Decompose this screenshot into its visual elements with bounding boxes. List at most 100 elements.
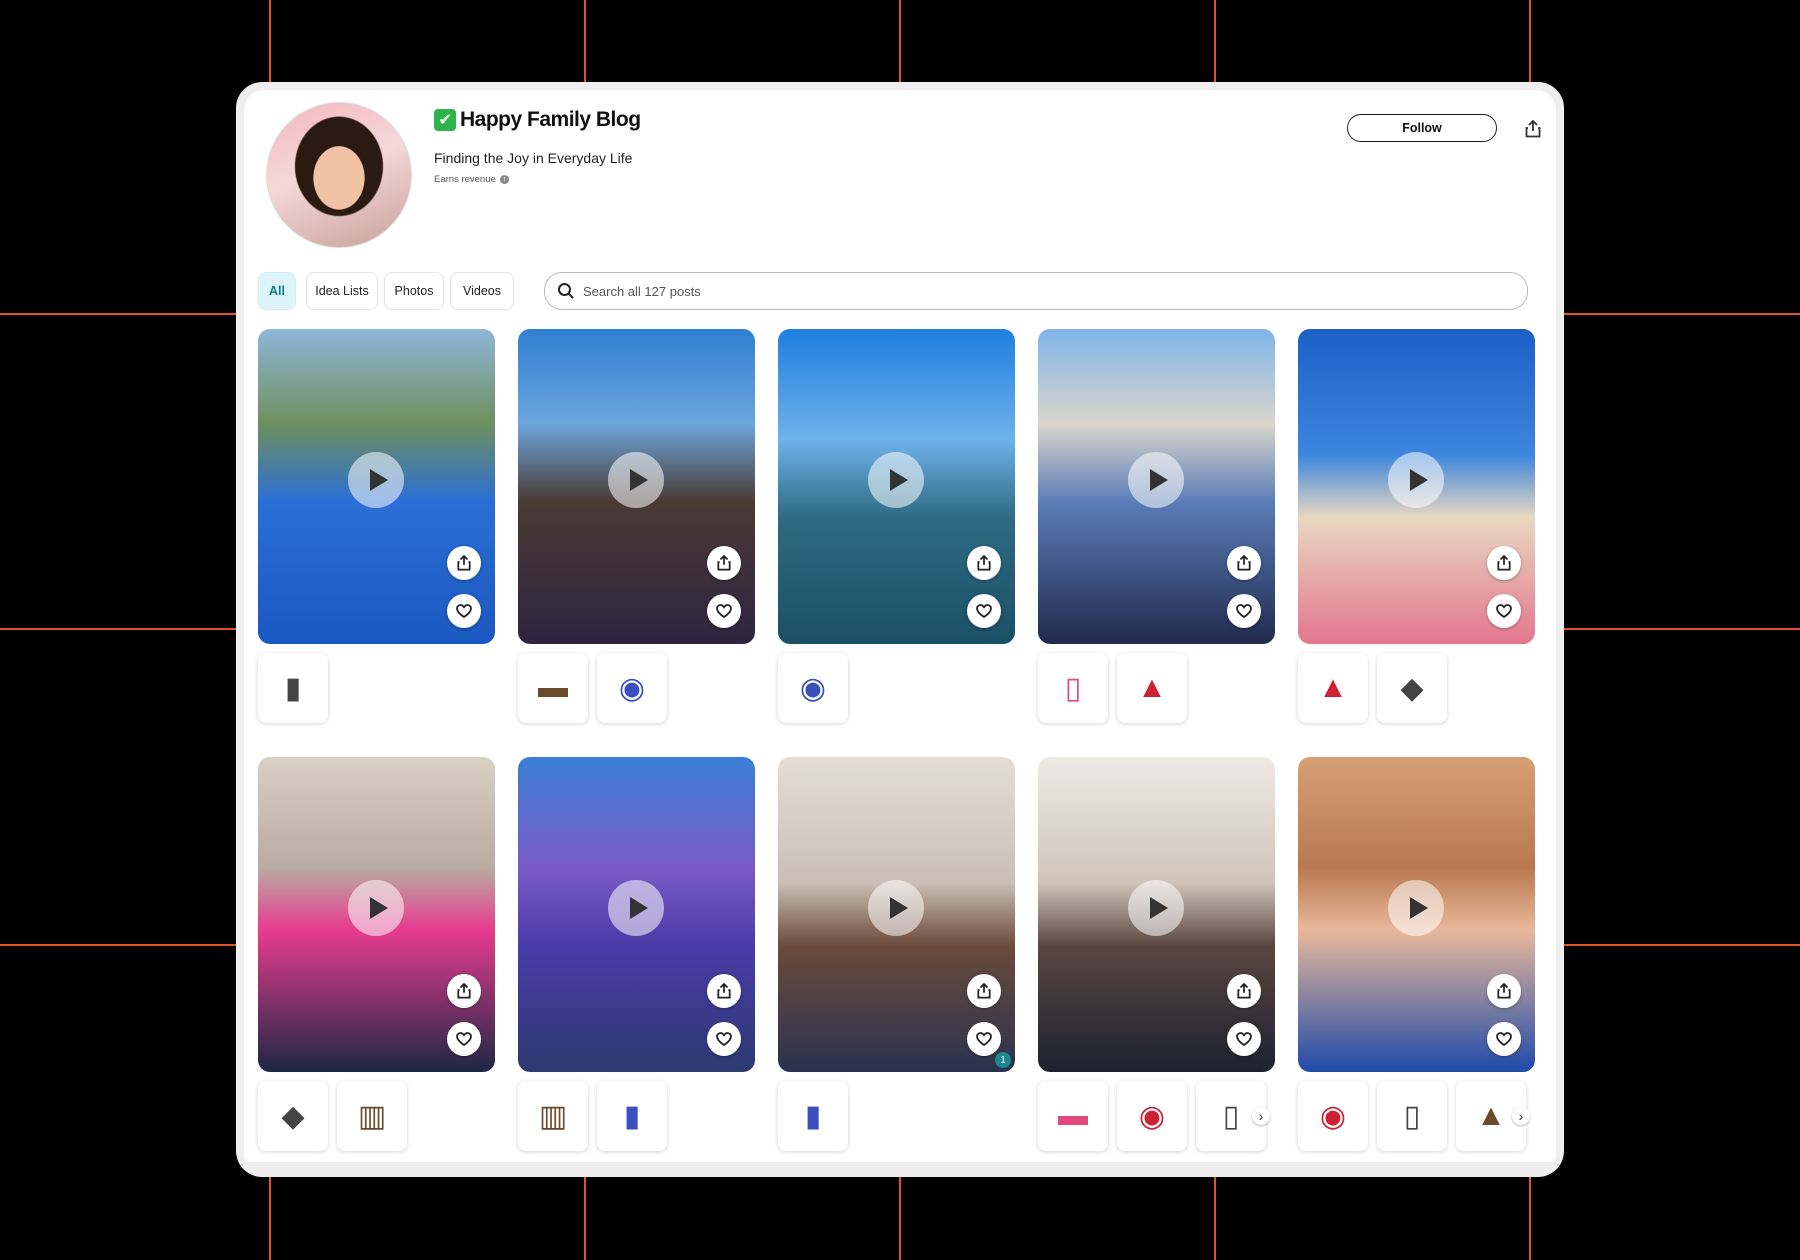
share-icon (1237, 983, 1251, 999)
share-post-button[interactable] (1227, 974, 1261, 1008)
share-post-button[interactable] (967, 974, 1001, 1008)
share-icon (1497, 555, 1511, 571)
info-icon[interactable]: i (499, 175, 509, 184)
post-video[interactable] (1038, 757, 1275, 1072)
play-icon (1409, 469, 1428, 491)
product-count-badge: 1 (995, 1052, 1011, 1068)
share-icon (1525, 120, 1541, 138)
like-button[interactable] (1227, 594, 1261, 628)
heart-icon (716, 1032, 732, 1046)
tab-photos[interactable]: Photos (384, 272, 444, 310)
product-thumbnail[interactable]: ◉ (778, 653, 848, 723)
product-image: ▲ (1476, 1099, 1506, 1132)
share-post-button[interactable] (967, 546, 1001, 580)
like-button[interactable] (707, 1022, 741, 1056)
product-thumbnail[interactable]: ▮ (597, 1081, 667, 1151)
play-button[interactable] (1388, 452, 1444, 508)
product-image: ◆ (1400, 671, 1424, 705)
share-post-button[interactable] (1487, 546, 1521, 580)
post-video[interactable] (258, 757, 495, 1072)
like-button[interactable] (1487, 594, 1521, 628)
like-button[interactable] (447, 594, 481, 628)
post-video[interactable] (1298, 757, 1535, 1072)
profile-title: ✔ Happy Family Blog (434, 108, 641, 132)
play-button[interactable] (608, 452, 664, 508)
play-button[interactable] (1388, 880, 1444, 936)
like-button[interactable] (1227, 1022, 1261, 1056)
heart-icon (456, 1032, 472, 1046)
product-thumbnail[interactable]: ▯ (1038, 653, 1108, 723)
play-button[interactable] (868, 452, 924, 508)
post-video[interactable] (1038, 329, 1275, 644)
like-button[interactable] (1487, 1022, 1521, 1056)
post-video[interactable] (778, 329, 1015, 644)
product-image: ◉ (618, 671, 646, 705)
product-image: ▯ (1222, 1099, 1240, 1133)
share-post-button[interactable] (447, 974, 481, 1008)
tab-all[interactable]: All (258, 272, 296, 310)
post-video[interactable] (518, 757, 755, 1072)
share-post-button[interactable] (1487, 974, 1521, 1008)
product-thumbnail[interactable]: ▬ (518, 653, 588, 723)
post-video[interactable] (518, 329, 755, 644)
share-post-button[interactable] (707, 546, 741, 580)
product-thumbnail[interactable]: ◉ (1298, 1081, 1368, 1151)
tab-videos[interactable]: Videos (450, 272, 514, 310)
play-button[interactable] (348, 452, 404, 508)
play-icon (1149, 469, 1168, 491)
share-icon (1237, 555, 1251, 571)
product-thumbnail[interactable]: ◉ (597, 653, 667, 723)
search-box[interactable]: Search all 127 posts (544, 272, 1528, 310)
product-thumbnail[interactable]: ▥ (518, 1081, 588, 1151)
avatar[interactable] (266, 102, 412, 248)
share-icon (717, 983, 731, 999)
more-products-arrow[interactable]: › (1512, 1107, 1530, 1125)
product-thumbnail[interactable]: ◉ (1117, 1081, 1187, 1151)
product-image: ▯ (1403, 1099, 1421, 1133)
follow-button[interactable]: Follow (1347, 114, 1497, 142)
product-image: ◉ (1138, 1099, 1166, 1133)
share-icon (457, 555, 471, 571)
search-icon (558, 283, 574, 299)
product-image: ▥ (538, 1099, 568, 1133)
share-profile-button[interactable] (1522, 118, 1544, 140)
more-products-arrow[interactable]: › (1252, 1107, 1270, 1125)
heart-icon (1496, 604, 1512, 618)
share-post-button[interactable] (1227, 546, 1261, 580)
product-image: ▮ (623, 1099, 641, 1133)
product-thumbnail[interactable]: ▯ (1377, 1081, 1447, 1151)
play-icon (1409, 897, 1428, 919)
heart-icon (1236, 1032, 1252, 1046)
heart-icon (976, 1032, 992, 1046)
play-icon (889, 897, 908, 919)
product-thumbnail[interactable]: ▮ (778, 1081, 848, 1151)
product-thumbnail[interactable]: ◆ (1377, 653, 1447, 723)
product-thumbnail[interactable]: ◆ (258, 1081, 328, 1151)
share-post-button[interactable] (707, 974, 741, 1008)
product-thumbnail[interactable]: ▥ (337, 1081, 407, 1151)
product-thumbnail[interactable]: ▲ (1117, 653, 1187, 723)
post-video[interactable] (1298, 329, 1535, 644)
like-button[interactable] (967, 594, 1001, 628)
search-input[interactable]: Search all 127 posts (583, 284, 701, 299)
product-thumbnail[interactable]: ▮ (258, 653, 328, 723)
play-button[interactable] (348, 880, 404, 936)
like-button[interactable] (447, 1022, 481, 1056)
play-icon (889, 469, 908, 491)
play-icon (629, 897, 648, 919)
like-button[interactable] (967, 1022, 1001, 1056)
like-button[interactable] (707, 594, 741, 628)
play-button[interactable] (1128, 452, 1184, 508)
tab-idea-lists[interactable]: Idea Lists (306, 272, 378, 310)
play-button[interactable] (868, 880, 924, 936)
heart-icon (716, 604, 732, 618)
post-video[interactable]: 1 (778, 757, 1015, 1072)
product-thumbnail[interactable]: ▬ (1038, 1081, 1108, 1151)
share-post-button[interactable] (447, 546, 481, 580)
play-button[interactable] (608, 880, 664, 936)
play-button[interactable] (1128, 880, 1184, 936)
product-image: ▬ (1058, 1099, 1088, 1132)
product-thumbnail[interactable]: ▲ (1298, 653, 1368, 723)
product-image: ▮ (284, 671, 302, 705)
post-video[interactable] (258, 329, 495, 644)
